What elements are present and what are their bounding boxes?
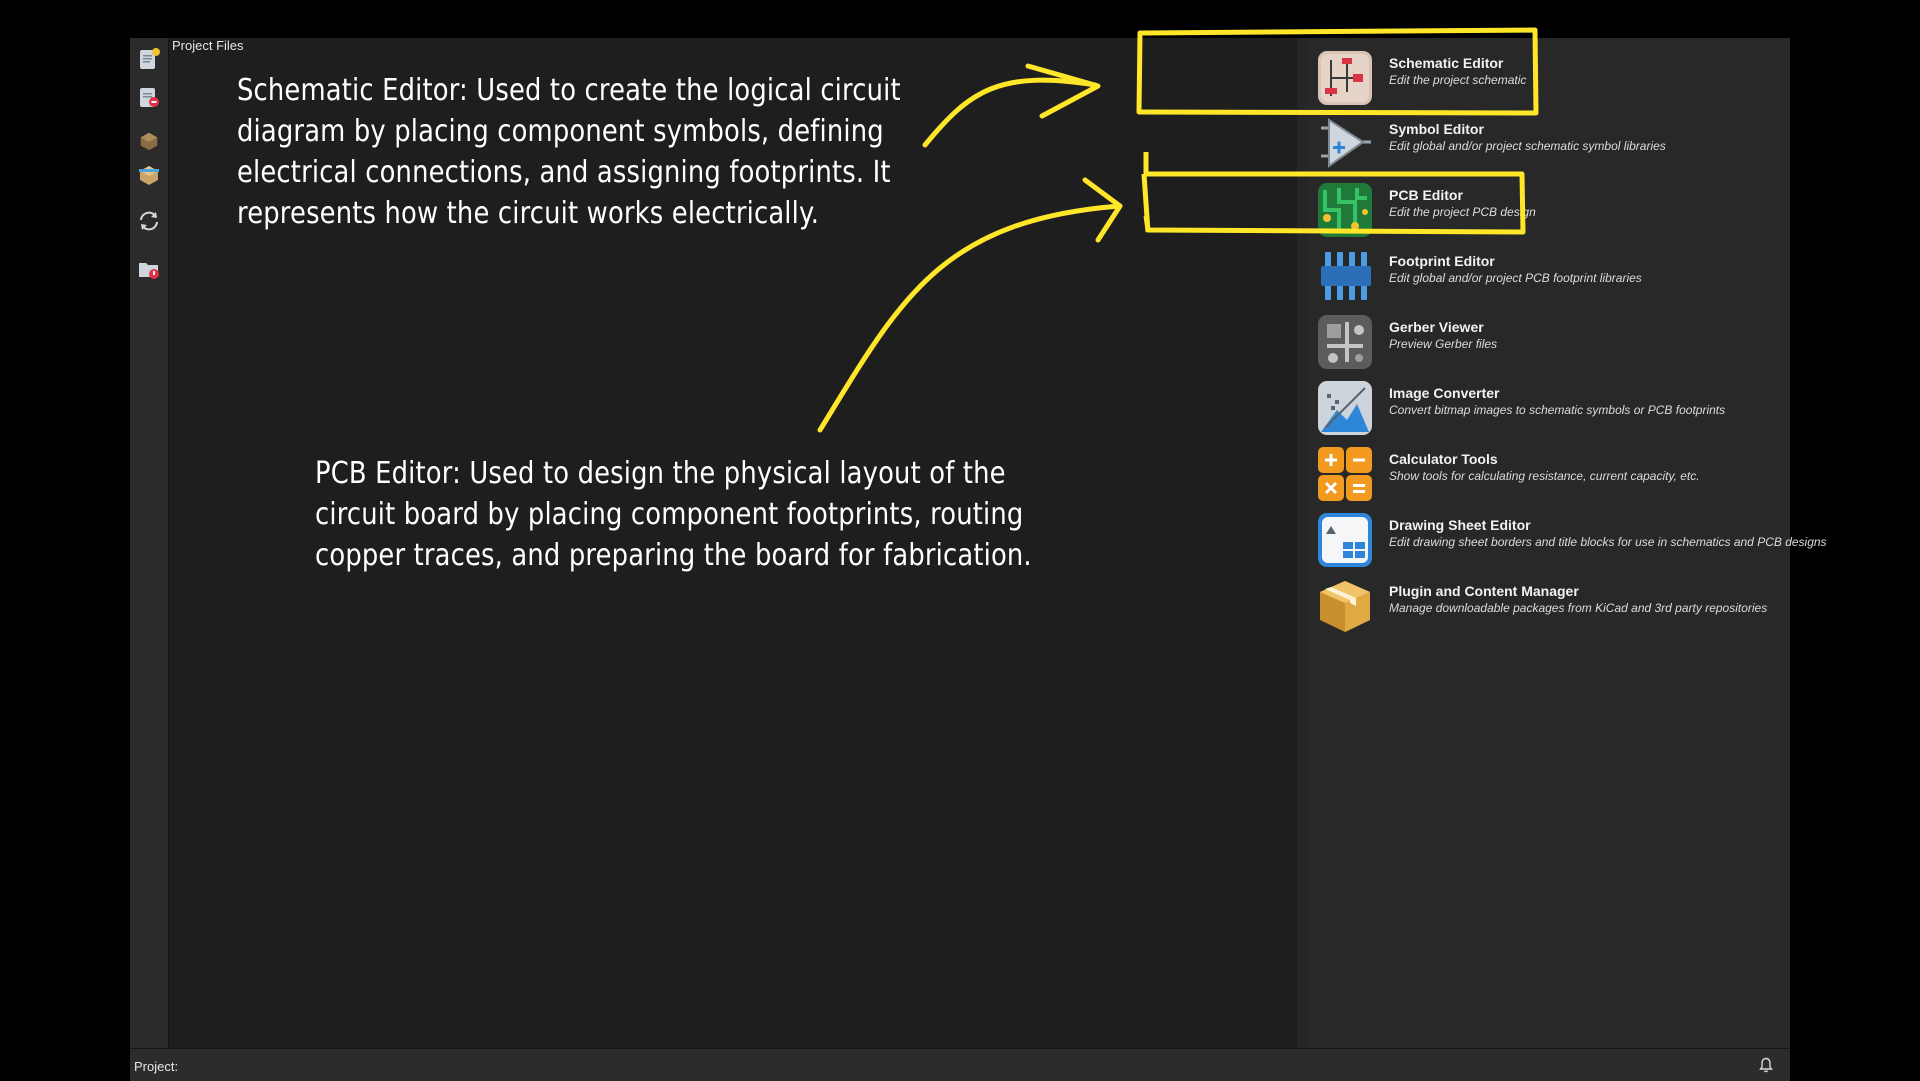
open-project-button[interactable] xyxy=(136,128,162,154)
launcher-panel: Schematic Editor Edit the project schema… xyxy=(1307,38,1827,1048)
open-project-icon xyxy=(140,132,158,151)
launcher-item-title: PCB Editor xyxy=(1389,187,1463,203)
annotation-line: electrical connections, and assigning fo… xyxy=(237,155,891,190)
annotation-line: diagram by placing component symbols, de… xyxy=(237,114,884,149)
launcher-item-description: Preview Gerber files xyxy=(1389,337,1498,351)
launcher-item-title: Symbol Editor xyxy=(1389,121,1484,137)
launcher-item-schematic-editor[interactable]: Schematic Editor Edit the project schema… xyxy=(1307,45,1790,107)
annotation-line: circuit board by placing component footp… xyxy=(315,497,1024,532)
launcher-item-image-converter[interactable]: Image Converter Convert bitmap images to… xyxy=(1307,375,1790,437)
refresh-icon xyxy=(140,211,158,231)
launcher-item-description: Edit drawing sheet borders and title blo… xyxy=(1389,535,1827,549)
launcher-item-title: Plugin and Content Manager xyxy=(1389,583,1579,599)
left-toolbar xyxy=(130,38,169,1048)
launcher-item-description: Convert bitmap images to schematic symbo… xyxy=(1389,403,1726,417)
panel-splitter[interactable] xyxy=(1297,38,1307,1048)
launcher-item-title: Footprint Editor xyxy=(1389,253,1495,269)
pcb-editor-annotation: PCB Editor: Used to design the physical … xyxy=(315,453,1032,576)
launcher-item-title: Drawing Sheet Editor xyxy=(1389,517,1531,533)
launcher-item-title: Schematic Editor xyxy=(1389,55,1504,71)
status-project-label: Project: xyxy=(134,1059,179,1074)
open-demo-project-button[interactable] xyxy=(136,162,162,188)
image-converter-icon xyxy=(1318,381,1372,435)
refresh-button[interactable] xyxy=(136,208,162,234)
launcher-item-description: Edit the project PCB design xyxy=(1389,205,1536,219)
schematic-editor-annotation: Schematic Editor: Used to create the log… xyxy=(237,70,901,234)
launcher-item-description: Manage downloadable packages from KiCad … xyxy=(1389,601,1768,615)
launcher-item-description: Edit global and/or project schematic sym… xyxy=(1389,139,1666,153)
launcher-item-title: Image Converter xyxy=(1389,385,1500,401)
new-project-icon xyxy=(140,48,160,69)
launcher-item-footprint-editor[interactable]: Footprint Editor Edit global and/or proj… xyxy=(1307,243,1790,305)
launcher-item-pcb-editor[interactable]: PCB Editor Edit the project PCB design xyxy=(1307,177,1790,239)
bell-icon[interactable] xyxy=(1758,1057,1774,1073)
launcher-item-title: Gerber Viewer xyxy=(1389,319,1484,335)
drawing-sheet-editor-icon xyxy=(1318,513,1372,567)
gerber-viewer-icon xyxy=(1318,315,1372,369)
project-files-title: Project Files xyxy=(172,38,244,53)
archive-project-button[interactable] xyxy=(136,256,162,282)
archive-project-icon xyxy=(139,263,159,279)
new-from-template-button[interactable] xyxy=(136,84,162,110)
annotation-line: represents how the circuit works electri… xyxy=(237,196,820,231)
launcher-item-symbol-editor[interactable]: Symbol Editor Edit global and/or project… xyxy=(1307,111,1790,173)
launcher-item-plugin-content-manager[interactable]: Plugin and Content Manager Manage downlo… xyxy=(1307,573,1790,635)
calculator-tools-icon xyxy=(1318,447,1372,501)
launcher-item-description: Show tools for calculating resistance, c… xyxy=(1389,469,1700,483)
new-from-template-icon xyxy=(140,88,159,107)
symbol-editor-icon xyxy=(1321,118,1371,168)
open-demo-project-icon xyxy=(139,166,159,185)
new-project-button[interactable] xyxy=(136,46,162,72)
footprint-editor-icon xyxy=(1321,252,1371,300)
launcher-item-title: Calculator Tools xyxy=(1389,451,1498,467)
launcher-item-gerber-viewer[interactable]: Gerber Viewer Preview Gerber files xyxy=(1307,309,1790,371)
pcb-editor-icon xyxy=(1318,183,1372,237)
launcher-item-description: Edit global and/or project PCB footprint… xyxy=(1389,271,1642,285)
launcher-item-drawing-sheet-editor[interactable]: Drawing Sheet Editor Edit drawing sheet … xyxy=(1307,507,1827,569)
schematic-editor-icon xyxy=(1318,51,1372,105)
annotation-line: Schematic Editor: Used to create the log… xyxy=(237,73,901,108)
launcher-item-description: Edit the project schematic xyxy=(1389,73,1527,87)
annotation-line: copper traces, and preparing the board f… xyxy=(315,538,1032,573)
status-bar: Project: xyxy=(130,1048,1790,1081)
launcher-item-calculator-tools[interactable]: Calculator Tools Show tools for calculat… xyxy=(1307,441,1790,503)
plugin-content-manager-icon xyxy=(1320,581,1370,632)
annotation-line: PCB Editor: Used to design the physical … xyxy=(315,456,1006,491)
